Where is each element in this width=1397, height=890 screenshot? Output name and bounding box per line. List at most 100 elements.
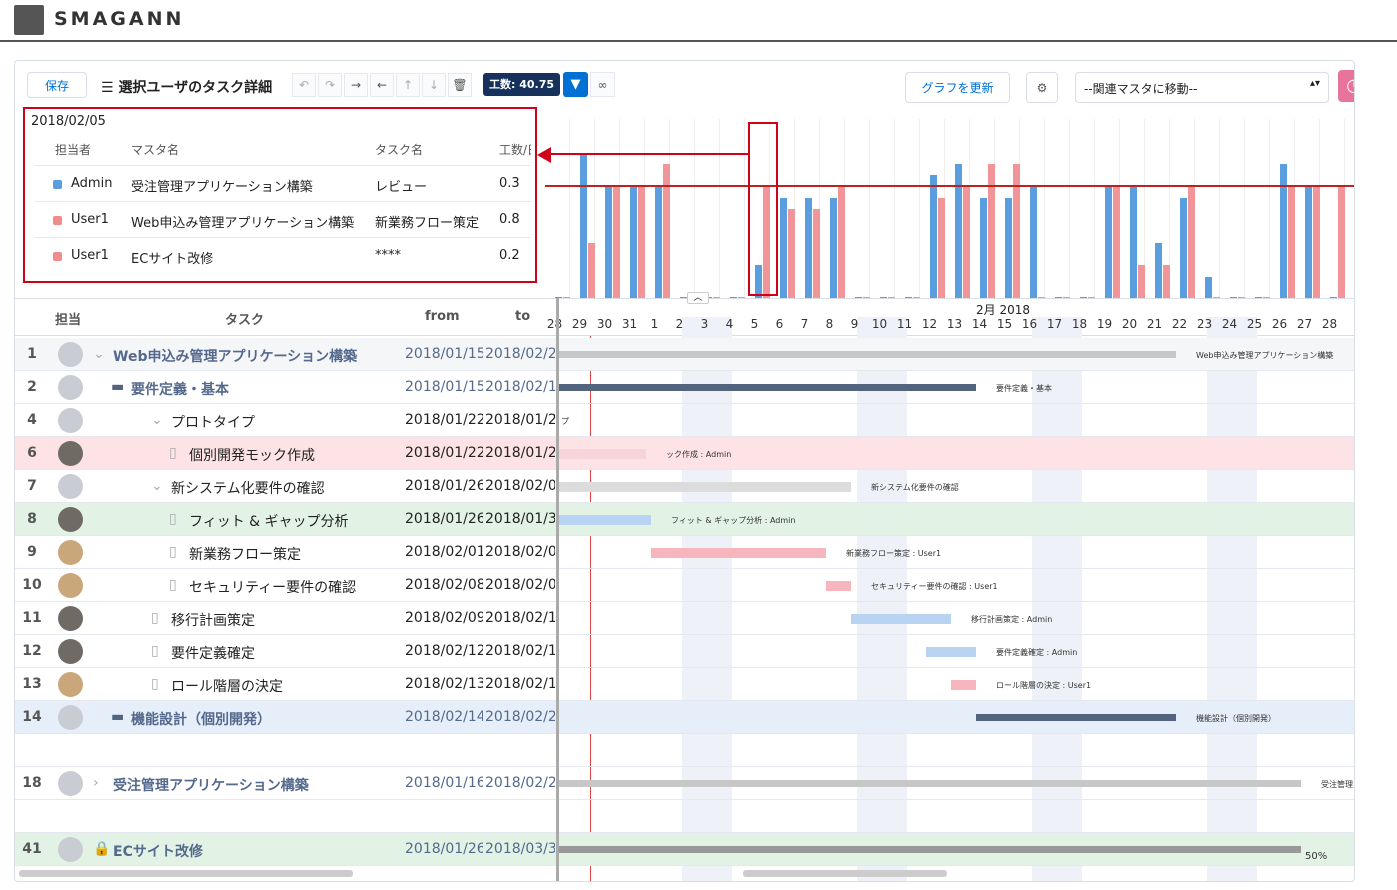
gantt-bar[interactable] — [556, 846, 1301, 853]
gantt-bar[interactable] — [951, 680, 976, 690]
filter-icon[interactable]: ▼ — [563, 72, 588, 97]
gantt-bar[interactable] — [926, 647, 976, 657]
gantt-bar[interactable] — [851, 614, 951, 624]
popup-user: Admin — [71, 176, 113, 191]
table-scrollbar[interactable] — [19, 870, 353, 877]
from-date: 2018/01/22 — [405, 412, 483, 428]
table-row[interactable]: 14 ▬ 機能設計（個別開発） 2018/02/142018/02/21 機能設計（個別… — [15, 701, 1354, 734]
gantt-bar-label: 要件定義・基本 — [996, 384, 1052, 393]
task-name[interactable]: 機能設計（個別開発） — [131, 709, 271, 729]
brand-name: SMAGANN — [54, 8, 185, 30]
table-row[interactable]: 12 ▯ 要件定義確定 2018/02/122018/02/13 要件定義確定 : Ad… — [15, 635, 1354, 668]
gantt-bar-label: フィット & ギャップ分析 : Admin — [671, 516, 796, 525]
save-button[interactable]: 保存 — [27, 72, 87, 98]
move-up-icon[interactable]: ↑ — [396, 73, 420, 97]
move-down-icon[interactable]: ↓ — [422, 73, 446, 97]
table-row[interactable]: 13 ▯ ロール階層の決定 2018/02/132018/02/13 ロール階層の決定 … — [15, 668, 1354, 701]
to-date: 2018/03/30 — [485, 841, 555, 857]
gantt-bar-label: 機能設計（個別開発） — [1196, 714, 1276, 723]
delete-icon[interactable]: 🗑 — [448, 73, 472, 97]
gantt-bar[interactable] — [976, 714, 1176, 721]
folder-icon[interactable]: ▬ — [111, 709, 124, 725]
row-number: 7 — [27, 478, 37, 494]
gantt-bar-label: ロール階層の決定 : User1 — [996, 681, 1092, 690]
chevron-down-icon[interactable]: ⌄ — [151, 412, 163, 428]
gantt-bar-label: 50% — [1305, 851, 1328, 862]
undo-icon[interactable]: ↶ — [292, 73, 316, 97]
file-icon[interactable]: ▯ — [151, 610, 159, 626]
day-label: 20 — [1121, 317, 1138, 331]
user1-bar — [1188, 186, 1195, 299]
task-name[interactable]: セキュリティー要件の確認 — [189, 577, 356, 597]
gantt-bar[interactable] — [556, 515, 651, 525]
glasses-icon[interactable]: ∞ — [590, 72, 615, 97]
table-row[interactable]: 1 ⌄ Web申込み管理アプリケーション構築 2018/01/152018/02/21… — [15, 338, 1354, 371]
gantt-bar[interactable] — [556, 384, 976, 391]
task-name[interactable]: Web申込み管理アプリケーション構築 — [113, 346, 357, 366]
lock-icon[interactable]: 🔒 — [93, 841, 110, 857]
folder-icon[interactable]: ▬ — [111, 379, 124, 395]
collapse-chart-icon[interactable]: ︿ — [687, 292, 709, 304]
month-label: 2月 2018 — [976, 303, 1030, 317]
table-row[interactable]: 4 ⌄ プロトタイプ 2018/01/222018/01/25 プ — [15, 404, 1354, 437]
gantt-bar[interactable] — [826, 581, 851, 591]
admin-bar — [630, 186, 637, 299]
clock-icon[interactable]: ◷ — [1338, 70, 1354, 102]
chevron-right-icon[interactable]: › — [93, 775, 99, 791]
user1-bar — [963, 186, 970, 299]
file-icon[interactable]: ▯ — [169, 445, 177, 461]
blank-row — [15, 800, 1354, 833]
task-name[interactable]: 移行計画策定 — [171, 610, 255, 630]
task-name[interactable]: フィット & ギャップ分析 — [189, 511, 349, 531]
file-icon[interactable]: ▯ — [169, 577, 177, 593]
file-icon[interactable]: ▯ — [151, 676, 159, 692]
task-name[interactable]: 新業務フロー策定 — [189, 544, 301, 564]
file-icon[interactable]: ▯ — [151, 643, 159, 659]
table-row[interactable]: 10 ▯ セキュリティー要件の確認 2018/02/082018/02/08 セキュリテ… — [15, 569, 1354, 602]
task-name[interactable]: 要件定義確定 — [171, 643, 255, 663]
task-name[interactable]: 新システム化要件の確認 — [171, 478, 325, 498]
outdent-icon[interactable]: ← — [370, 73, 394, 97]
task-name[interactable]: 個別開発モック作成 — [189, 445, 315, 465]
redo-icon[interactable]: ↷ — [318, 73, 342, 97]
master-select[interactable]: --関連マスタに移動-- ▴▾ — [1075, 72, 1329, 103]
workload-chart — [545, 119, 1354, 299]
gantt-bar-label: 移行計画策定 : Admin — [971, 615, 1053, 624]
file-icon[interactable]: ▯ — [169, 544, 177, 560]
table-row[interactable]: 9 ▯ 新業務フロー策定 2018/02/012018/02/07 新業務フロー策定 :… — [15, 536, 1354, 569]
gear-icon[interactable]: ⚙ — [1026, 72, 1058, 103]
chevron-down-icon[interactable]: ⌄ — [151, 478, 163, 494]
gantt-bar[interactable] — [556, 482, 851, 492]
gantt-bar[interactable] — [651, 548, 826, 558]
task-name[interactable]: ECサイト改修 — [113, 841, 203, 861]
user-color-dot — [53, 216, 62, 225]
gantt-bar[interactable] — [556, 780, 1301, 787]
day-label: 3 — [700, 317, 709, 331]
gantt-bar[interactable] — [556, 449, 646, 459]
popup-effort: 0.8 — [499, 212, 520, 227]
task-name[interactable]: 受注管理アプリケーション構築 — [113, 775, 309, 795]
chevron-down-icon[interactable]: ⌄ — [93, 346, 105, 362]
table-row[interactable]: 8 ▯ フィット & ギャップ分析 2018/01/262018/01/31 フィット … — [15, 503, 1354, 536]
task-name[interactable]: ロール階層の決定 — [171, 676, 283, 696]
table-row[interactable]: 6 ▯ 個別開発モック作成 2018/01/222018/01/25 ック作成 : Ad… — [15, 437, 1354, 470]
grid-line — [919, 119, 920, 299]
user-color-dot — [53, 252, 62, 261]
task-name[interactable]: プロトタイプ — [171, 412, 255, 432]
user1-bar — [788, 209, 795, 299]
table-row[interactable]: 7 ⌄ 新システム化要件の確認 2018/01/262018/02/08 新システム化要… — [15, 470, 1354, 503]
table-row[interactable]: 2 ▬ 要件定義・基本 2018/01/152018/02/13 要件定義・基本 — [15, 371, 1354, 404]
refresh-graph-button[interactable]: グラフを更新 — [905, 72, 1010, 103]
task-name[interactable]: 要件定義・基本 — [131, 379, 229, 399]
indent-icon[interactable]: → — [344, 73, 368, 97]
table-row[interactable]: 11 ▯ 移行計画策定 2018/02/092018/02/12 移行計画策定 : Ad… — [15, 602, 1354, 635]
split-handle[interactable] — [556, 298, 559, 881]
file-icon[interactable]: ▯ — [169, 511, 177, 527]
table-row[interactable]: 41 🔒ECサイト改修 2018/01/262018/03/30 50% — [15, 833, 1354, 866]
day-label: 15 — [996, 317, 1013, 331]
gantt-scrollbar[interactable] — [743, 870, 947, 877]
user1-bar — [638, 186, 645, 299]
gantt-bar[interactable] — [556, 351, 1176, 358]
to-date: 2018/02/08 — [485, 577, 555, 593]
table-row[interactable]: 18 › 受注管理アプリケーション構築 2018/01/162018/02/26 受注管… — [15, 767, 1354, 800]
